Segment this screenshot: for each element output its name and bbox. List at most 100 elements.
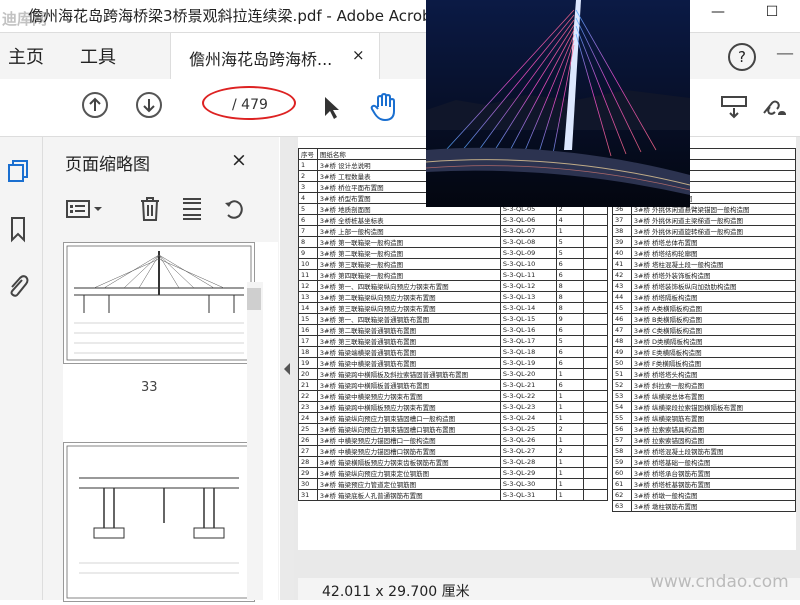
list-options-icon [66, 200, 102, 218]
table-cell: S-3-QL-29 [499, 467, 557, 479]
table-row: 31 3#桥 箱梁底板人孔普通钢筋布置图 S-3-QL-31 1 [298, 489, 608, 501]
table-cell: 6 [555, 269, 585, 281]
thumbnail-page-number: 33 [141, 380, 158, 395]
table-cell: S-3-QL-18 [499, 346, 557, 358]
table-row: 22 3#桥 箱梁中横梁预应力钢束布置图 S-3-QL-22 1 [298, 390, 608, 402]
delete-page-button[interactable] [137, 195, 163, 223]
table-row: 8 3#桥 第一联箱梁一般构造图 S-3-QL-08 5 [298, 236, 608, 248]
table-cell: 1 [298, 159, 318, 171]
table-cell: 13 [298, 291, 318, 303]
table-cell [583, 423, 608, 435]
page-thumbnail[interactable] [63, 242, 255, 364]
next-page-button[interactable] [136, 92, 162, 118]
table-cell: 12 [298, 280, 318, 292]
table-cell: 3#桥 箱梁纵向预应力钢束定位钢筋图 [316, 467, 501, 479]
table-cell: 46 [612, 313, 632, 325]
copy-pages-icon [8, 160, 28, 182]
table-cell: 3#桥 桥塔结构轮廓图 [630, 247, 797, 259]
paperclip-icon [10, 275, 29, 297]
table-row: 16 3#桥 第二联箱梁普通钢筋布置图 S-3-QL-16 6 [298, 324, 608, 336]
menu-home[interactable]: 主页 [8, 43, 44, 69]
table-cell: 3#桥 桥塔总体布置图 [630, 236, 797, 248]
table-row: 48 3#桥 D类横隔板构造图 [612, 335, 797, 347]
table-cell: 3#桥 外挑休闲道旋转梯道一般构造图 [630, 225, 797, 237]
panel-collapse-handle[interactable] [280, 137, 294, 600]
table-cell: 2 [555, 423, 585, 435]
table-cell [583, 335, 608, 347]
share-link-button[interactable] [758, 95, 790, 125]
table-row: 6 3#桥 全桥桩基坐标表 S-3-QL-06 4 [298, 214, 608, 226]
table-row: 27 3#桥 中横梁预应力锚固槽口钢筋布置图 S-3-QL-27 2 [298, 445, 608, 457]
table-cell: S-3-QL-28 [499, 456, 557, 468]
table-cell: 3#桥 外挑休闲道主梁梯道一般构造图 [630, 214, 797, 226]
table-cell [583, 236, 608, 248]
menu-tools[interactable]: 工具 [80, 43, 116, 69]
table-cell [583, 302, 608, 314]
table-cell: S-3-QL-09 [499, 247, 557, 259]
table-cell: 53 [612, 390, 632, 402]
minimize-button[interactable]: — [706, 4, 730, 26]
table-cell: 3#桥 A类横隔板构造图 [630, 302, 797, 314]
table-cell: 59 [612, 456, 632, 468]
table-cell: 1 [555, 390, 585, 402]
extract-page-button[interactable] [179, 195, 205, 223]
bookmarks-button[interactable] [5, 215, 31, 243]
panel-close-button[interactable]: × [231, 149, 247, 171]
scrollbar-thumb[interactable] [247, 288, 261, 310]
table-cell: 3#桥 纵横梁段拉索锚固横隔板布置图 [630, 401, 797, 413]
table-cell: 1 [555, 401, 585, 413]
tool-extract-button[interactable] [720, 95, 748, 125]
table-row: 38 3#桥 外挑休闲道旋转梯道一般构造图 [612, 225, 797, 237]
table-cell: 43 [612, 280, 632, 292]
table-cell: 37 [612, 214, 632, 226]
table-cell: 10 [298, 258, 318, 270]
table-row: 46 3#桥 B类横隔板构造图 [612, 313, 797, 325]
table-cell: 49 [612, 346, 632, 358]
table-cell: S-3-QL-24 [499, 412, 557, 424]
table-cell: 3#桥 F类横隔板构造图 [630, 357, 797, 369]
table-cell: 62 [612, 489, 632, 501]
options-menu-button[interactable] [65, 195, 105, 223]
table-row: 20 3#桥 箱梁跨中横隔板及斜拉索锚固普通钢筋布置图 S-3-QL-20 1 [298, 368, 608, 380]
table-cell: 1 [555, 467, 585, 479]
page-thumbnail[interactable] [63, 442, 255, 602]
table-row: 58 3#桥 桥塔混凝土段钢筋布置图 [612, 445, 797, 457]
table-cell: 3#桥 箱梁中横梁预应力钢束布置图 [316, 390, 501, 402]
table-cell: S-3-QL-07 [499, 225, 557, 237]
table-row: 14 3#桥 第三联箱梁纵向预应力钢束布置图 S-3-QL-14 8 [298, 302, 608, 314]
thumbnail-scrollbar[interactable] [247, 282, 263, 600]
page-thumbnails-button[interactable] [5, 157, 31, 185]
select-tool-button[interactable] [322, 95, 342, 125]
table-cell: 3#桥 第二联箱梁纵向预应力钢束布置图 [316, 291, 501, 303]
table-cell: 3#桥 第一、四联箱梁纵向预应力钢束布置图 [316, 280, 501, 292]
hand-tool-button[interactable] [370, 92, 398, 127]
table-cell: 41 [612, 258, 632, 270]
table-cell: 30 [298, 478, 318, 490]
maximize-button[interactable]: ☐ [760, 4, 784, 26]
rotate-page-button[interactable] [221, 195, 247, 223]
table-row: 25 3#桥 箱梁纵向预应力钢束锚固槽口钢筋布置图 S-3-QL-25 2 [298, 423, 608, 435]
table-row: 15 3#桥 第一、四联箱梁普通钢筋布置图 S-3-QL-15 9 [298, 313, 608, 325]
help-button[interactable]: ? [728, 43, 756, 71]
table-row: 49 3#桥 E类横隔板构造图 [612, 346, 797, 358]
table-row: 56 3#桥 拉索索锚具构造图 [612, 423, 797, 435]
link-cloud-icon [763, 100, 786, 115]
page-dimensions: 42.011 x 29.700 厘米 [322, 584, 470, 600]
tab-close-button[interactable]: × [352, 46, 365, 64]
tab-document[interactable]: 儋州海花岛跨海桥... × [170, 33, 380, 79]
table-cell: 3#桥 桥塔基础一般构造图 [630, 456, 797, 468]
attachments-button[interactable] [5, 272, 31, 300]
table-cell: 2 [555, 445, 585, 457]
table-cell: 1 [555, 456, 585, 468]
thumbnail-drawing [66, 445, 252, 599]
table-cell: 54 [612, 401, 632, 413]
table-cell: S-3-QL-12 [499, 280, 557, 292]
table-cell: 5 [555, 236, 585, 248]
previous-page-button[interactable] [82, 92, 108, 118]
table-cell: S-3-QL-23 [499, 401, 557, 413]
table-row: 30 3#桥 箱梁预应力管道定位钢筋图 S-3-QL-30 1 [298, 478, 608, 490]
table-row: 44 3#桥 桥塔隔板构造图 [612, 291, 797, 303]
table-cell [583, 258, 608, 270]
menu-more[interactable]: — [776, 43, 794, 64]
table-cell: S-3-QL-27 [499, 445, 557, 457]
